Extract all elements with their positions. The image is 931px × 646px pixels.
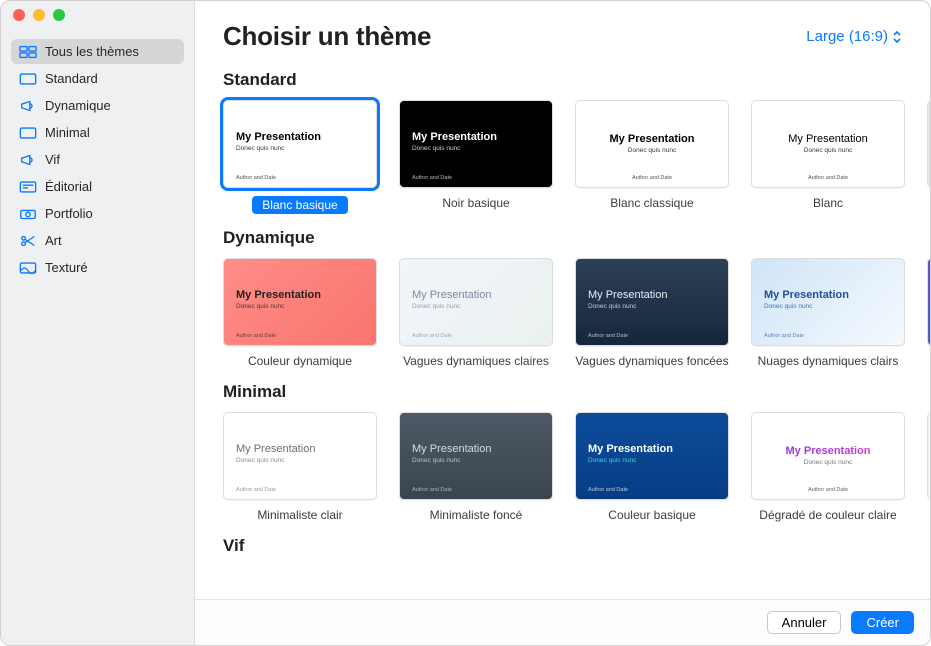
theme-thumbnail-peek[interactable] xyxy=(927,412,930,500)
sidebar-item-all-themes[interactable]: Tous les thèmes xyxy=(11,39,184,64)
sidebar-item-label: Texturé xyxy=(45,260,88,275)
sidebar-item-vif[interactable]: Vif xyxy=(11,147,184,172)
sidebar-item-label: Standard xyxy=(45,71,98,86)
theme-label: Blanc xyxy=(813,196,843,210)
section-heading: Minimal xyxy=(223,382,930,402)
theme-card: My Presentation Donec quis nunc Author a… xyxy=(223,258,377,368)
theme-thumbnail-nuages-clairs[interactable]: My Presentation Donec quis nunc Author a… xyxy=(751,258,905,346)
megaphone-icon xyxy=(19,153,37,167)
theme-label: Dégradé de couleur claire xyxy=(759,508,896,522)
sidebar-item-art[interactable]: Art xyxy=(11,228,184,253)
theme-card: My Presentation Donec quis nunc Author a… xyxy=(751,258,905,368)
cancel-button[interactable]: Annuler xyxy=(767,611,842,634)
zoom-window-button[interactable] xyxy=(53,9,65,21)
theme-thumbnail-blanc[interactable]: My Presentation Donec quis nunc Author a… xyxy=(751,100,905,188)
sidebar-item-label: Art xyxy=(45,233,62,248)
theme-thumbnail-peek[interactable] xyxy=(927,100,930,188)
theme-label: Couleur dynamique xyxy=(248,354,352,368)
theme-card: My Presentation Donec quis nunc Author a… xyxy=(399,258,553,368)
theme-card: My Presentation Donec quis nunc Author a… xyxy=(223,412,377,522)
create-button[interactable]: Créer xyxy=(851,611,914,634)
footer: Annuler Créer xyxy=(195,599,930,645)
sidebar-item-dynamique[interactable]: Dynamique xyxy=(11,93,184,118)
minimize-window-button[interactable] xyxy=(33,9,45,21)
theme-thumbnail-minimaliste-clair[interactable]: My Presentation Donec quis nunc Author a… xyxy=(223,412,377,500)
section-vif: Vif xyxy=(223,536,930,556)
sidebar-item-minimal[interactable]: Minimal xyxy=(11,120,184,145)
theme-thumbnail-noir-basique[interactable]: My Presentation Donec quis nunc Author a… xyxy=(399,100,553,188)
themes-scroll-area[interactable]: Standard My Presentation Donec quis nunc… xyxy=(195,56,930,599)
section-dynamique: Dynamique My Presentation Donec quis nun… xyxy=(223,228,930,368)
header: Choisir un thème Large (16:9) xyxy=(195,1,930,56)
page-title: Choisir un thème xyxy=(223,21,431,52)
aspect-ratio-label: Large (16:9) xyxy=(806,28,888,45)
theme-card: My Presentation Donec quis nunc Author a… xyxy=(223,100,377,214)
newspaper-icon xyxy=(19,180,37,194)
theme-thumbnail-peek[interactable] xyxy=(927,258,930,346)
close-window-button[interactable] xyxy=(13,9,25,21)
theme-label: Vagues dynamiques claires xyxy=(403,354,549,368)
sidebar-item-editorial[interactable]: Éditorial xyxy=(11,174,184,199)
theme-card: My Presentation Donec quis nunc Author a… xyxy=(399,100,553,214)
section-heading: Dynamique xyxy=(223,228,930,248)
theme-thumbnail-couleur-dynamique[interactable]: My Presentation Donec quis nunc Author a… xyxy=(223,258,377,346)
sidebar-item-label: Éditorial xyxy=(45,179,92,194)
section-heading: Standard xyxy=(223,70,930,90)
theme-thumbnail-blanc-classique[interactable]: My Presentation Donec quis nunc Author a… xyxy=(575,100,729,188)
rectangle-icon xyxy=(19,126,37,140)
sidebar-item-label: Minimal xyxy=(45,125,90,140)
texture-icon xyxy=(19,261,37,275)
sidebar-item-texture[interactable]: Texturé xyxy=(11,255,184,280)
theme-label: Minimaliste foncé xyxy=(430,508,523,522)
theme-label: Noir basique xyxy=(442,196,509,210)
up-down-chevron-icon xyxy=(892,30,902,44)
section-standard: Standard My Presentation Donec quis nunc… xyxy=(223,70,930,214)
theme-label: Minimaliste clair xyxy=(257,508,342,522)
scissors-icon xyxy=(19,234,37,248)
theme-thumbnail-blanc-basique[interactable]: My Presentation Donec quis nunc Author a… xyxy=(223,100,377,188)
sidebar-item-label: Portfolio xyxy=(45,206,93,221)
theme-label: Vagues dynamiques foncées xyxy=(575,354,728,368)
sidebar-item-label: Tous les thèmes xyxy=(45,44,139,59)
main-area: Choisir un thème Large (16:9) Standard M… xyxy=(195,1,930,645)
theme-label: Nuages dynamiques clairs xyxy=(758,354,899,368)
theme-thumbnail-vagues-foncees[interactable]: My Presentation Donec quis nunc Author a… xyxy=(575,258,729,346)
theme-card: My Presentation Donec quis nunc Author a… xyxy=(575,258,729,368)
section-heading: Vif xyxy=(223,536,930,556)
theme-chooser-window: Tous les thèmes Standard Dynamique Minim… xyxy=(0,0,931,646)
theme-thumbnail-degrade-couleur-claire[interactable]: My Presentation Donec quis nunc Author a… xyxy=(751,412,905,500)
section-minimal: Minimal My Presentation Donec quis nunc … xyxy=(223,382,930,522)
theme-card: My Presentation Donec quis nunc Author a… xyxy=(575,100,729,214)
theme-thumbnail-minimaliste-fonce[interactable]: My Presentation Donec quis nunc Author a… xyxy=(399,412,553,500)
theme-card: My Presentation Donec quis nunc Author a… xyxy=(751,412,905,522)
theme-label: Blanc classique xyxy=(610,196,693,210)
theme-card: My Presentation Donec quis nunc Author a… xyxy=(575,412,729,522)
theme-label: Blanc basique xyxy=(252,196,347,214)
theme-label: Couleur basique xyxy=(608,508,695,522)
camera-icon xyxy=(19,207,37,221)
aspect-ratio-selector[interactable]: Large (16:9) xyxy=(806,28,902,45)
sidebar-item-portfolio[interactable]: Portfolio xyxy=(11,201,184,226)
sidebar-item-label: Dynamique xyxy=(45,98,111,113)
sidebar-item-standard[interactable]: Standard xyxy=(11,66,184,91)
sidebar: Tous les thèmes Standard Dynamique Minim… xyxy=(1,1,195,645)
sidebar-item-label: Vif xyxy=(45,152,60,167)
theme-thumbnail-couleur-basique[interactable]: My Presentation Donec quis nunc Author a… xyxy=(575,412,729,500)
window-controls xyxy=(13,9,65,21)
rectangle-icon xyxy=(19,72,37,86)
grid-icon xyxy=(19,45,37,59)
theme-card: My Presentation Donec quis nunc Author a… xyxy=(751,100,905,214)
megaphone-icon xyxy=(19,99,37,113)
theme-thumbnail-vagues-claires[interactable]: My Presentation Donec quis nunc Author a… xyxy=(399,258,553,346)
theme-card: My Presentation Donec quis nunc Author a… xyxy=(399,412,553,522)
